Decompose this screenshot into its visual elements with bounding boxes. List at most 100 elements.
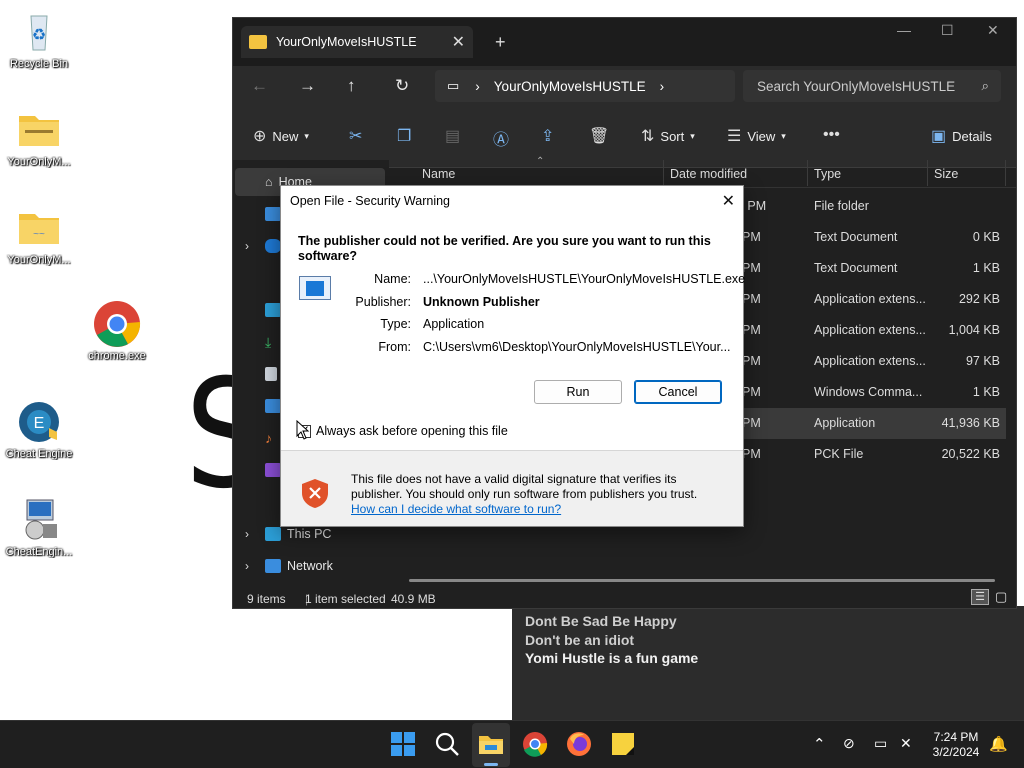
chrome-icon bbox=[93, 300, 141, 348]
music-icon: ♪ bbox=[265, 430, 272, 446]
file-name-value: ...\YourOnlyMoveIsHUSTLE\YourOnlyMoveIsH… bbox=[423, 272, 746, 286]
notification-bell-icon[interactable]: 🔔 bbox=[989, 735, 1008, 753]
desktop-icon bbox=[265, 303, 281, 317]
desktop-icon-folder[interactable]: ~~ YourOnlyM... bbox=[0, 204, 78, 266]
desktop-icon-chrome[interactable]: chrome.exe bbox=[78, 300, 156, 362]
checkbox-label: Always ask before opening this file bbox=[316, 424, 508, 438]
start-icon[interactable] bbox=[390, 731, 418, 759]
column-type[interactable]: Type bbox=[814, 167, 841, 181]
folder-icon bbox=[249, 35, 267, 49]
chevron-right-icon[interactable]: › bbox=[245, 559, 249, 573]
publisher-value: Unknown Publisher bbox=[423, 295, 540, 309]
chevron-down-icon: ▾ bbox=[781, 130, 786, 141]
download-icon: ⤓ bbox=[265, 333, 272, 350]
column-date[interactable]: Date modified bbox=[670, 167, 747, 181]
explorer-tab[interactable]: YourOnlyMoveIsHUSTLE ✕ bbox=[241, 26, 473, 58]
details-button[interactable]: ▣ Details bbox=[931, 126, 992, 146]
installer-icon bbox=[15, 496, 63, 544]
help-link[interactable]: How can I decide what software to run? bbox=[351, 502, 561, 516]
home-icon: ⌂ bbox=[265, 175, 273, 189]
close-icon[interactable]: ✕ bbox=[722, 191, 735, 211]
selection-size: 40.9 MB bbox=[391, 592, 436, 606]
nav-item-network[interactable]: › Network bbox=[233, 552, 383, 580]
volume-muted-icon[interactable]: ✕ bbox=[900, 735, 912, 752]
up-icon[interactable]: ↑ bbox=[347, 76, 356, 96]
svg-text:E: E bbox=[34, 415, 45, 432]
selection-count: 1 item selected bbox=[305, 592, 386, 606]
gallery-icon bbox=[265, 207, 281, 221]
delete-button[interactable]: 🗑 bbox=[589, 126, 609, 146]
close-tab-icon[interactable]: ✕ bbox=[452, 32, 465, 52]
refresh-icon[interactable]: ↻ bbox=[395, 76, 409, 96]
horizontal-scrollbar[interactable] bbox=[409, 579, 995, 582]
desktop-icon-zip-folder[interactable]: YourOnlyM... bbox=[0, 106, 78, 168]
clock-date: 3/2/2024 bbox=[932, 745, 980, 759]
desktop-icon-cheat-engine[interactable]: E Cheat Engine bbox=[0, 398, 78, 460]
breadcrumb-current[interactable]: YourOnlyMoveIsHUSTLE bbox=[494, 79, 646, 94]
close-window-icon[interactable]: ✕ bbox=[987, 22, 999, 39]
view-list-icon: ☰ bbox=[727, 128, 742, 145]
column-name[interactable]: Name bbox=[422, 167, 455, 181]
paste-button[interactable]: ▤ bbox=[445, 126, 460, 146]
cut-button[interactable]: ✂ bbox=[349, 126, 362, 146]
back-icon[interactable]: ← bbox=[251, 76, 268, 96]
onedrive-icon bbox=[265, 239, 281, 253]
search-icon[interactable] bbox=[434, 731, 462, 759]
dialog-title: Open File - Security Warning bbox=[290, 194, 451, 208]
new-button[interactable]: ⊕ New ▾ bbox=[253, 126, 309, 146]
chevron-right-icon[interactable]: › bbox=[245, 527, 249, 541]
file-explorer-icon[interactable] bbox=[478, 731, 506, 759]
search-placeholder: Search YourOnlyMoveIsHUSTLE bbox=[757, 78, 956, 94]
desktop-icon-installer[interactable]: CheatEngin... bbox=[0, 496, 78, 558]
chrome-icon[interactable] bbox=[522, 731, 550, 759]
minimize-icon[interactable]: — bbox=[897, 22, 911, 38]
run-button[interactable]: Run bbox=[534, 380, 622, 404]
display-icon[interactable]: ▭ bbox=[874, 735, 887, 752]
more-options-button[interactable]: ••• bbox=[823, 126, 840, 144]
column-size[interactable]: Size bbox=[934, 167, 958, 181]
dialog-body: The publisher could not be verified. Are… bbox=[281, 216, 746, 450]
forward-icon[interactable]: → bbox=[299, 76, 316, 96]
address-field[interactable]: ▭ › YourOnlyMoveIsHUSTLE › bbox=[435, 70, 735, 102]
firefox-icon[interactable] bbox=[566, 731, 594, 759]
chevron-up-icon[interactable]: ⌃ bbox=[813, 735, 826, 753]
dialog-title-bar: Open File - Security Warning ✕ bbox=[281, 186, 743, 216]
copy-button[interactable]: ❐ bbox=[397, 126, 411, 146]
share-button[interactable]: ⇪ bbox=[541, 126, 554, 146]
signature-warning: This file does not have a valid digital … bbox=[351, 472, 698, 516]
network-disconnected-icon[interactable]: ⊘ bbox=[843, 735, 855, 752]
desktop-icon-recycle-bin[interactable]: ♻ Recycle Bin bbox=[0, 8, 78, 70]
always-ask-checkbox[interactable]: Always ask before opening this file bbox=[298, 423, 508, 438]
documents-icon bbox=[265, 367, 277, 381]
maximize-icon[interactable]: ☐ bbox=[941, 22, 954, 39]
clock[interactable]: 7:24 PM 3/2/2024 bbox=[928, 730, 984, 760]
search-icon: ⌕ bbox=[981, 78, 989, 93]
chevron-right-icon[interactable]: › bbox=[245, 239, 249, 253]
search-input[interactable]: Search YourOnlyMoveIsHUSTLE ⌕ bbox=[743, 70, 1001, 102]
plus-circle-icon: ⊕ bbox=[253, 128, 267, 145]
chevron-down-icon: ▾ bbox=[690, 130, 695, 141]
sticky-line-3: Yomi Hustle is a fun game bbox=[525, 650, 699, 666]
sticky-notes-icon[interactable] bbox=[610, 731, 638, 759]
sticky-note[interactable]: Dont Be Sad Be Happy Don't be an idiot Y… bbox=[512, 606, 1024, 720]
view-button[interactable]: ☰ View ▾ bbox=[727, 126, 786, 146]
cancel-button[interactable]: Cancel bbox=[634, 380, 722, 404]
sticky-line-2: Don't be an idiot bbox=[525, 631, 635, 648]
rename-button[interactable]: Ⓐ bbox=[493, 126, 509, 150]
rename-icon: Ⓐ bbox=[493, 132, 510, 149]
share-icon: ⇪ bbox=[541, 128, 555, 145]
sort-button[interactable]: ⇅ Sort ▾ bbox=[641, 126, 695, 146]
sort-up-icon: ⌃ bbox=[536, 156, 545, 167]
svg-text:♻: ♻ bbox=[32, 27, 46, 44]
new-tab-icon[interactable]: + bbox=[495, 32, 506, 53]
breadcrumb-chevron-icon[interactable]: › bbox=[660, 79, 665, 94]
clipboard-icon: ▤ bbox=[445, 128, 461, 145]
network-icon bbox=[265, 559, 281, 573]
taskbar: ⌃ ⊘ ▭ ✕ 7:24 PM 3/2/2024 🔔 bbox=[0, 720, 1024, 768]
details-view-icon[interactable]: ☰ bbox=[971, 589, 989, 605]
videos-icon bbox=[265, 463, 281, 477]
tiles-view-icon[interactable]: ▢ bbox=[995, 589, 1007, 605]
monitor-icon: ▭ bbox=[447, 78, 460, 93]
svg-text:~~: ~~ bbox=[33, 229, 45, 240]
command-bar: ⊕ New ▾ ✂ ❐ ▤ Ⓐ ⇪ 🗑 ⇅ Sort ▾ ☰ View ▾ ••• ▣ Det… bbox=[233, 106, 1016, 168]
